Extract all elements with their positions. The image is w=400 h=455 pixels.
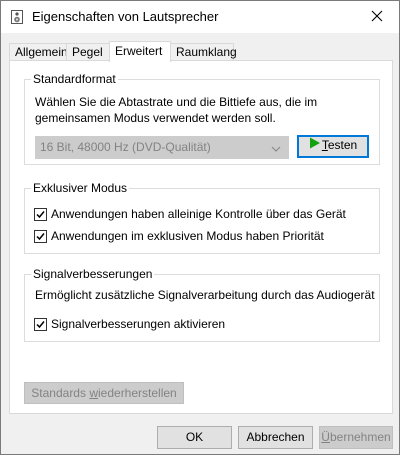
group-signal-enhancements: Signalverbesserungen Ermöglicht zusätzli…	[24, 267, 380, 342]
test-button-label: Testen	[321, 138, 358, 152]
tab-erweitert[interactable]: Erweitert	[109, 41, 171, 62]
exclusive-priority-checkbox[interactable]	[34, 229, 47, 243]
chevron-down-icon	[270, 141, 282, 153]
exclusive-priority-label: Anwendungen im exklusiven Modus haben Pr…	[51, 229, 324, 243]
tab-raumklang[interactable]: Raumklang	[170, 43, 237, 61]
test-button[interactable]: Testen	[297, 135, 369, 158]
format-select[interactable]: 16 Bit, 48000 Hz (DVD-Qualität)	[35, 136, 289, 159]
close-button[interactable]	[355, 1, 399, 33]
properties-dialog: Eigenschaften von Lautsprecher Allgemein…	[0, 0, 400, 455]
enhancements-label: Signalverbesserungen aktivieren	[51, 317, 226, 331]
exclusive-control-option[interactable]: Anwendungen haben alleinige Kontrolle üb…	[34, 207, 346, 221]
enhancements-description: Ermöglicht zusätzliche Signalverarbeitun…	[35, 288, 375, 302]
cancel-button[interactable]: Abbrechen	[238, 426, 313, 449]
group-exclusive-mode: Exklusiver Modus Anwendungen haben allei…	[24, 181, 380, 254]
description-line-1: Wählen Sie die Abtastrate und die Bittie…	[35, 95, 318, 109]
exclusive-priority-option[interactable]: Anwendungen im exklusiven Modus haben Pr…	[34, 229, 324, 243]
tab-pegel[interactable]: Pegel	[66, 43, 110, 61]
close-icon	[371, 10, 383, 25]
description-line-2: gemeinsamen Modus verwendet werden soll.	[35, 111, 276, 125]
tab-panel-erweitert: Standardformat Wählen Sie die Abtastrate…	[9, 60, 393, 414]
group-title-signal-enhancements: Signalverbesserungen	[31, 267, 155, 281]
apply-button[interactable]: Übernehmen	[319, 426, 393, 449]
enhancements-option[interactable]: Signalverbesserungen aktivieren	[34, 317, 225, 331]
speaker-icon	[10, 10, 24, 24]
checkmark-icon	[36, 232, 45, 240]
checkmark-icon	[36, 320, 45, 328]
tab-strip: Allgemein Pegel Erweitert Raumklang	[9, 41, 393, 62]
window-title: Eigenschaften von Lautsprecher	[32, 9, 219, 24]
exclusive-control-checkbox[interactable]	[34, 207, 47, 221]
tab-allgemein[interactable]: Allgemein	[9, 43, 68, 61]
group-standardformat: Standardformat Wählen Sie die Abtastrate…	[24, 72, 380, 165]
restore-defaults-button[interactable]: Standards wiederherstellen	[24, 382, 184, 404]
group-title-exclusive-mode: Exklusiver Modus	[31, 181, 130, 195]
format-select-value: 16 Bit, 48000 Hz (DVD-Qualität)	[40, 140, 211, 154]
checkmark-icon	[36, 210, 45, 218]
standardformat-description: Wählen Sie die Abtastrate und die Bittie…	[35, 94, 317, 126]
play-icon	[309, 136, 321, 155]
group-title-standardformat: Standardformat	[31, 72, 118, 86]
exclusive-control-label: Anwendungen haben alleinige Kontrolle üb…	[51, 207, 346, 221]
enhancements-checkbox[interactable]	[34, 317, 47, 331]
title-bar: Eigenschaften von Lautsprecher	[1, 1, 399, 33]
ok-button[interactable]: OK	[157, 426, 232, 449]
